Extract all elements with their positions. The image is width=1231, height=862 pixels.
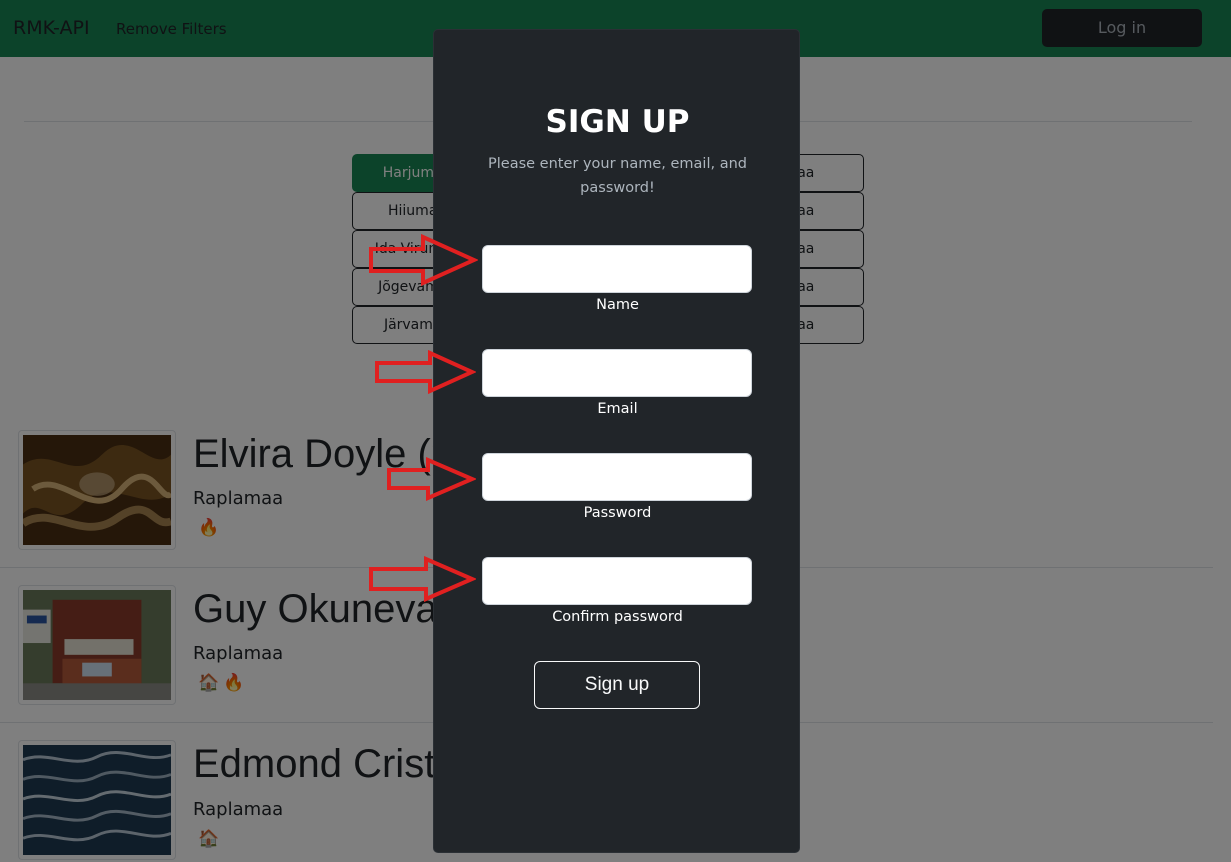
email-input[interactable]: [482, 349, 752, 397]
signup-modal: SIGN UP Please enter your name, email, a…: [433, 29, 800, 853]
name-label: Name: [596, 297, 639, 313]
signup-button[interactable]: Sign up: [534, 661, 700, 709]
confirm-password-label: Confirm password: [552, 609, 683, 625]
modal-title: SIGN UP: [545, 104, 690, 140]
password-input[interactable]: [482, 453, 752, 501]
password-label: Password: [583, 505, 652, 521]
arrow-annotation-icon: [369, 556, 476, 602]
arrow-annotation-icon: [369, 234, 478, 286]
modal-subtitle: Please enter your name, email, and passw…: [488, 156, 747, 196]
arrow-annotation-icon: [387, 457, 476, 501]
name-input[interactable]: [482, 245, 752, 293]
confirm-password-input[interactable]: [482, 557, 752, 605]
arrow-annotation-icon: [375, 350, 476, 394]
email-label: Email: [597, 401, 638, 417]
